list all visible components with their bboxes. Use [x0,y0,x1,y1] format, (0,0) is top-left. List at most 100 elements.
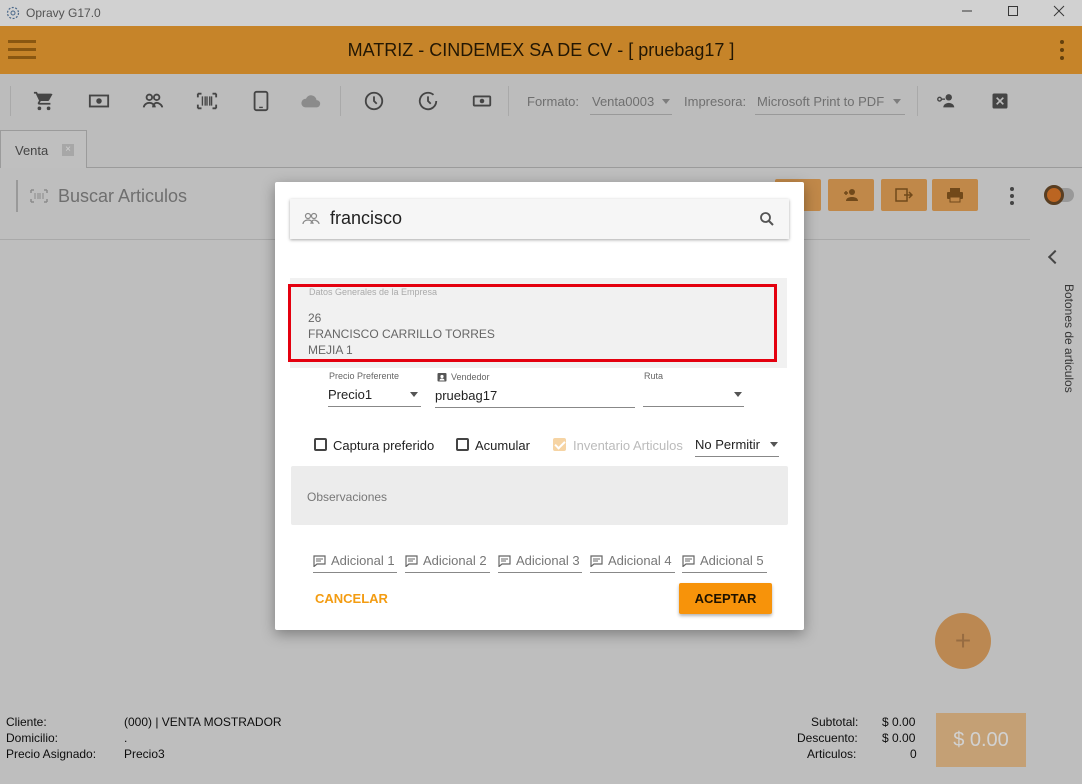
tablet-icon[interactable] [249,89,273,113]
toolbar-divider [10,86,11,116]
highlight-box [288,284,777,362]
toolbar-divider [508,86,509,116]
chevron-down-icon [893,99,901,104]
toolbar-divider [917,86,918,116]
preferred-price-underline [328,406,421,407]
assigned-price-label: Precio Asignado: [6,747,97,761]
people-icon [302,212,320,225]
tab-bar: Venta × [0,128,1082,169]
barcode-icon[interactable] [195,89,219,113]
maximize-icon[interactable] [990,0,1036,22]
comment-icon [498,554,511,567]
window-titlebar: Opravy G17.0 [0,0,1082,26]
total-charge-button[interactable]: $ 0.00 [936,713,1026,767]
cancel-button[interactable]: CANCELAR [315,588,388,608]
tab-venta[interactable]: Venta × [0,130,87,169]
inventory-label: Inventario Articulos [573,438,683,453]
add-customer-button[interactable] [828,179,874,211]
articles-side-panel[interactable]: Botones de articulos [1030,240,1082,710]
inventory-checkbox[interactable] [553,438,566,451]
close-tab-icon[interactable]: × [62,144,74,156]
address-value: . [124,731,128,745]
seller-underline [435,407,635,408]
cloud-sync-icon[interactable] [299,89,323,113]
accumulate-label: Acumular [475,438,530,453]
observations-placeholder: Observaciones [307,490,388,504]
subtotal-label: Subtotal: [811,715,859,729]
exit-button[interactable] [881,179,927,211]
inventory-mode-underline [695,456,779,457]
more-options-icon[interactable] [1010,187,1014,205]
add-fab-button[interactable]: + [935,613,991,669]
cart-icon[interactable] [32,89,56,113]
route-underline [643,406,744,407]
comment-icon [682,554,695,567]
preferred-price-select[interactable]: Precio1 [328,387,372,402]
format-label: Formato: [527,94,580,109]
app-logo-icon [6,6,20,20]
inventory-mode-select[interactable]: No Permitir [695,437,760,452]
articles-label: Articulos: [807,747,857,761]
customer-dialog: francisco Datos Generales de la Empresa … [275,182,804,630]
chevron-down-icon [662,99,670,104]
additional-field-2[interactable]: Adicional 2 [405,549,490,573]
subtotal-value: $ 0.00 [882,715,916,729]
tab-label: Venta [15,142,49,158]
discount-label: Descuento: [797,731,858,745]
printer-select[interactable]: Microsoft Print to PDF [757,94,884,109]
chevron-down-icon [770,442,778,447]
additional-field-1[interactable]: Adicional 1 [313,549,397,573]
additional-field-3[interactable]: Adicional 3 [498,549,582,573]
customer-search-field[interactable]: francisco [290,199,789,239]
client-label: Cliente: [6,715,47,729]
app-header: MATRIZ - CINDEMEX SA DE CV - [ pruebag17… [0,26,1082,74]
side-panel-label: Botones de articulos [1062,284,1076,393]
minimize-icon[interactable] [944,0,990,22]
article-search[interactable]: Buscar Articulos [16,180,296,212]
article-search-placeholder: Buscar Articulos [58,185,188,206]
comment-icon [590,554,603,567]
menu-icon[interactable] [8,40,36,60]
cash-icon[interactable] [87,89,111,113]
capture-preferred-checkbox[interactable] [314,438,327,451]
additional-field-5[interactable]: Adicional 5 [682,549,767,573]
accumulate-checkbox[interactable] [456,438,469,451]
accept-button[interactable]: ACEPTAR [679,583,772,614]
chevron-down-icon [734,392,742,397]
address-label: Domicilio: [6,731,59,745]
user-key-icon[interactable] [934,89,958,113]
printer-label: Impresora: [684,94,747,109]
additional-field-4[interactable]: Adicional 4 [590,549,675,573]
additional-label: Adicional 1 [331,553,395,568]
articles-value: 0 [910,747,917,761]
customers-icon[interactable] [141,89,165,113]
capture-preferred-label: Captura preferido [333,438,435,453]
print-button[interactable] [932,179,978,211]
format-select[interactable]: Venta0003 [592,94,654,109]
additional-label: Adicional 4 [608,553,672,568]
observations-field[interactable]: Observaciones [291,466,788,525]
header-more-icon[interactable] [1060,40,1064,60]
toggle-knob [1044,185,1064,205]
seller-field[interactable]: pruebag17 [435,388,497,403]
seller-label: Vendedor [451,372,490,382]
clock-icon[interactable] [362,89,386,113]
close-icon[interactable] [1036,0,1082,22]
sale-footer: Cliente: (000) | VENTA MOSTRADOR Domicil… [0,713,1082,784]
window-controls [944,0,1082,22]
badge-icon [437,373,447,382]
chevron-left-icon[interactable] [1047,249,1063,265]
additional-label: Adicional 2 [423,553,487,568]
close-box-icon[interactable] [988,89,1012,113]
printer-underline [755,114,905,115]
discount-value: $ 0.00 [882,731,916,745]
comment-icon [313,554,326,567]
search-icon[interactable] [759,211,775,227]
additional-label: Adicional 3 [516,553,580,568]
history-icon[interactable] [416,89,440,113]
toggle-switch[interactable] [1044,185,1074,205]
route-label: Ruta [644,371,664,381]
money-icon[interactable] [470,89,494,113]
additional-label: Adicional 5 [700,553,764,568]
window-title: Opravy G17.0 [26,6,101,20]
